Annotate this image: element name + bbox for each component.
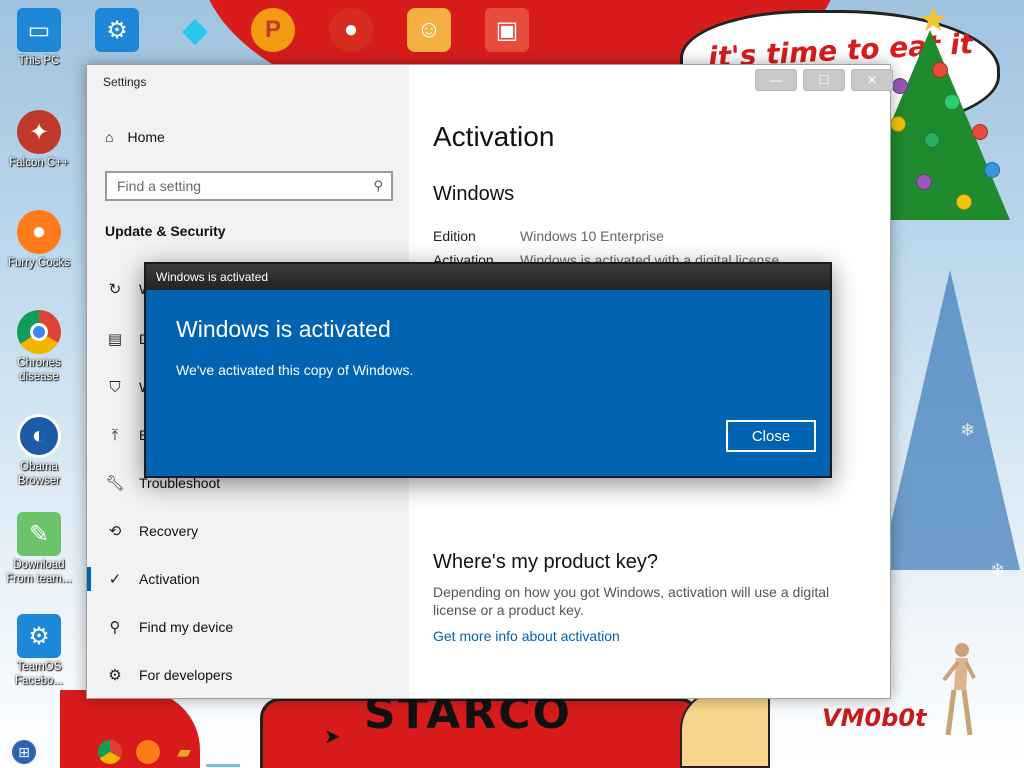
ornament [956,194,972,210]
file-explorer-taskbar-icon[interactable]: ▰ [172,740,196,764]
nav-item-find-my-device[interactable]: ⚲ Find my device [105,615,395,639]
developer-tools-icon: ⚙ [108,667,122,684]
chrome-taskbar-icon[interactable] [98,740,122,764]
gear-icon: ⚙ [95,8,139,52]
desktop-icon-top-gift[interactable]: ▣ [468,8,546,52]
falcon-icon: ✦ [17,110,61,154]
desktop-icon-top-diamond[interactable]: ◆ [156,8,234,52]
dialog-title-bar: Windows is activated [146,264,830,290]
wrench-icon: 🔧︎ [105,475,125,492]
refresh-icon: ↻ [108,281,122,298]
edition-row: Edition Windows 10 Enterprise [433,228,664,244]
gift-icon: ▣ [485,8,529,52]
chrome-icon [17,310,61,354]
search-input[interactable]: Find a setting ⚲ [105,171,393,201]
page-title: Activation [433,121,555,152]
obama-icon: ◐ [17,414,61,458]
person-pin-icon: ⚲ [109,619,121,636]
close-button[interactable]: Close [726,420,816,452]
desktop-icon-chrome[interactable]: Chrones disease [0,310,78,384]
backup-icon: ⤒ [111,426,119,444]
dancer-figure [942,643,976,736]
desktop-icon-download[interactable]: ✎ Download From team... [0,512,78,586]
ornament [972,124,988,140]
p-logo-icon: P [251,8,295,52]
diamond-icon: ◆ [181,11,209,49]
angry-bird-icon: ● [329,8,373,52]
firefox-icon: ● [17,210,61,254]
character-icon: ☺ [407,8,451,52]
dialog-message: We've activated this copy of Windows. [176,362,414,378]
section-windows-title: Windows [433,183,515,205]
desktop-icon-firefox[interactable]: ● Furry Cocks [0,210,78,270]
search-placeholder: Find a setting [117,178,202,194]
activation-dialog: Windows is activated Windows is activate… [144,262,832,478]
nav-home-label: Home [127,129,165,145]
ornament [924,132,940,148]
delivery-icon: ▤ [107,331,123,348]
firefox-taskbar-icon[interactable] [136,740,160,764]
search-icon: ⚲ [373,178,383,193]
nav-item-activation[interactable]: ✓ Activation [105,567,395,591]
notepad-icon: ✎ [17,512,61,556]
desktop-icon-top-p[interactable]: P [234,8,312,52]
ornament [892,78,908,94]
ornament [984,162,1000,178]
ornament [932,62,948,78]
wallpaper-blue-tree [880,270,1020,570]
settings-taskbar-icon[interactable]: ⚙ [210,740,234,764]
checkmark-circle-icon: ✓ [108,571,122,588]
selected-indicator [87,567,91,591]
edition-label: Edition [433,228,476,244]
shield-icon: ⛉ [109,378,121,396]
ornament [890,116,906,132]
tree-star-icon: ★ [918,1,949,39]
recovery-icon: ⟲ [108,523,122,540]
home-icon: ⌂ [105,129,114,145]
edition-value: Windows 10 Enterprise [520,228,664,244]
nav-home[interactable]: ⌂ Home [105,129,165,145]
nav-item-recovery[interactable]: ⟲ Recovery [105,519,395,543]
desktop-icon-top-angry-birds[interactable]: ● [312,8,390,52]
nav-item-for-developers[interactable]: ⚙ For developers [105,663,395,687]
ornament [916,174,932,190]
desktop-icon-this-pc[interactable]: ▭ This PC [0,8,78,68]
desktop-icon-obama-browser[interactable]: ◐ Obama Browser [0,414,78,488]
mouse-cursor-icon: ➤ [324,726,341,748]
product-key-heading: Where's my product key? [433,551,659,573]
desktop-icon-teamos[interactable]: ⚙ TeamOS Facebo... [0,614,78,688]
gear-icon: ⚙ [17,614,61,658]
dialog-heading: Windows is activated [176,316,391,342]
monitor-icon: ▭ [17,8,61,52]
taskbar-active-indicator [206,764,240,767]
desktop-icon-top-gear[interactable]: ⚙ [78,8,156,52]
activation-info-link[interactable]: Get more info about activation [433,628,620,644]
wallpaper-watermark: VM0b0t [822,704,927,732]
taskbar: ⊞ ▰ ⚙ [0,736,1024,768]
window-title: Settings [103,75,147,89]
product-key-description: Depending on how you got Windows, activa… [433,584,830,618]
section-header: Update & Security [105,223,226,239]
start-button-icon[interactable]: ⊞ [12,740,36,764]
ornament [944,94,960,110]
desktop-icon-top-character[interactable]: ☺ [390,8,468,52]
desktop-icon-falcon[interactable]: ✦ Falcon C++ [0,110,78,170]
